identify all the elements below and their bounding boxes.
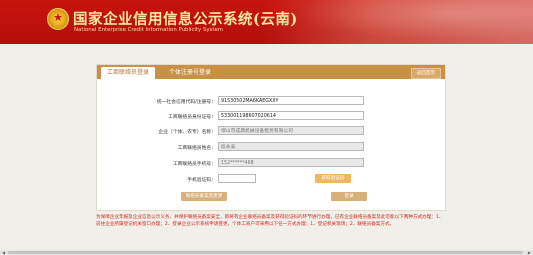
liaison-phone-row: 工商联络员手机号： 152******468 <box>97 157 445 169</box>
liaison-id-label: 工商联络员身份证号： <box>168 115 216 120</box>
header-banner-image <box>263 0 533 44</box>
credit-code-row: 统一社会信用代码/注册号： 91530502MA6KAEGXXY <box>97 95 445 107</box>
company-name-field: 保山市成典机械设备租赁有限公司 <box>218 126 364 135</box>
credit-code-input[interactable]: 91530502MA6KAEGXXY <box>218 96 364 105</box>
liaison-phone-label: 工商联络员手机号： <box>172 162 216 167</box>
sms-code-label: 手机验证码： <box>187 178 216 183</box>
login-panel: 工商联络员登录 个体注册号登录 返回首页 统一社会信用代码/注册号： 91530… <box>96 64 446 211</box>
liaison-id-row: 工商联络员身份证号： 533001198607020614 <box>97 110 445 122</box>
scroll-right-icon[interactable]: ▶ <box>528 250 531 255</box>
liaison-id-input[interactable]: 533001198607020614 <box>218 111 364 120</box>
notice-text: 为保障企业年报及企业信息公示义务，并保护联络员备案安全，即将有企业联络员备案及获… <box>96 215 444 227</box>
scrollbar-thumb[interactable] <box>8 251 523 254</box>
tab-bar: 工商联络员登录 个体注册号登录 返回首页 <box>97 65 445 79</box>
site-subtitle: National Enterprise Credit Information P… <box>74 27 224 33</box>
get-sms-code-button[interactable]: 获取验证码 <box>315 174 351 183</box>
credit-code-label: 统一社会信用代码/注册号： <box>156 100 216 105</box>
company-name-label: 企业（个体、农专）名称： <box>158 130 216 135</box>
liaison-change-button[interactable]: 联络员备案及变更 <box>181 192 227 201</box>
liaison-name-row: 工商联络员姓名： 段永泰 <box>97 141 445 153</box>
site-title: 国家企业信用信息公示系统(云南) <box>73 11 298 28</box>
company-name-row: 企业（个体、农专）名称： 保山市成典机械设备租赁有限公司 <box>97 125 445 137</box>
site-header: ★ 国家企业信用信息公示系统(云南) National Enterprise C… <box>0 0 533 44</box>
login-button[interactable]: 登录 <box>331 192 367 201</box>
scroll-left-icon[interactable]: ◀ <box>2 250 5 255</box>
sms-code-row: 手机验证码： 获取验证码 <box>97 173 445 185</box>
tab-liaison-login[interactable]: 工商联络员登录 <box>101 67 156 79</box>
sms-code-input[interactable] <box>218 174 256 183</box>
back-home-button[interactable]: 返回首页 <box>410 67 441 79</box>
liaison-phone-field: 152******468 <box>218 158 364 167</box>
horizontal-scrollbar[interactable]: ◀ ▶ <box>0 250 533 255</box>
national-emblem-icon: ★ <box>47 8 69 30</box>
liaison-name-label: 工商联络员姓名： <box>177 146 216 151</box>
liaison-name-field: 段永泰 <box>218 142 364 151</box>
tab-registration-login[interactable]: 个体注册号登录 <box>163 67 217 79</box>
